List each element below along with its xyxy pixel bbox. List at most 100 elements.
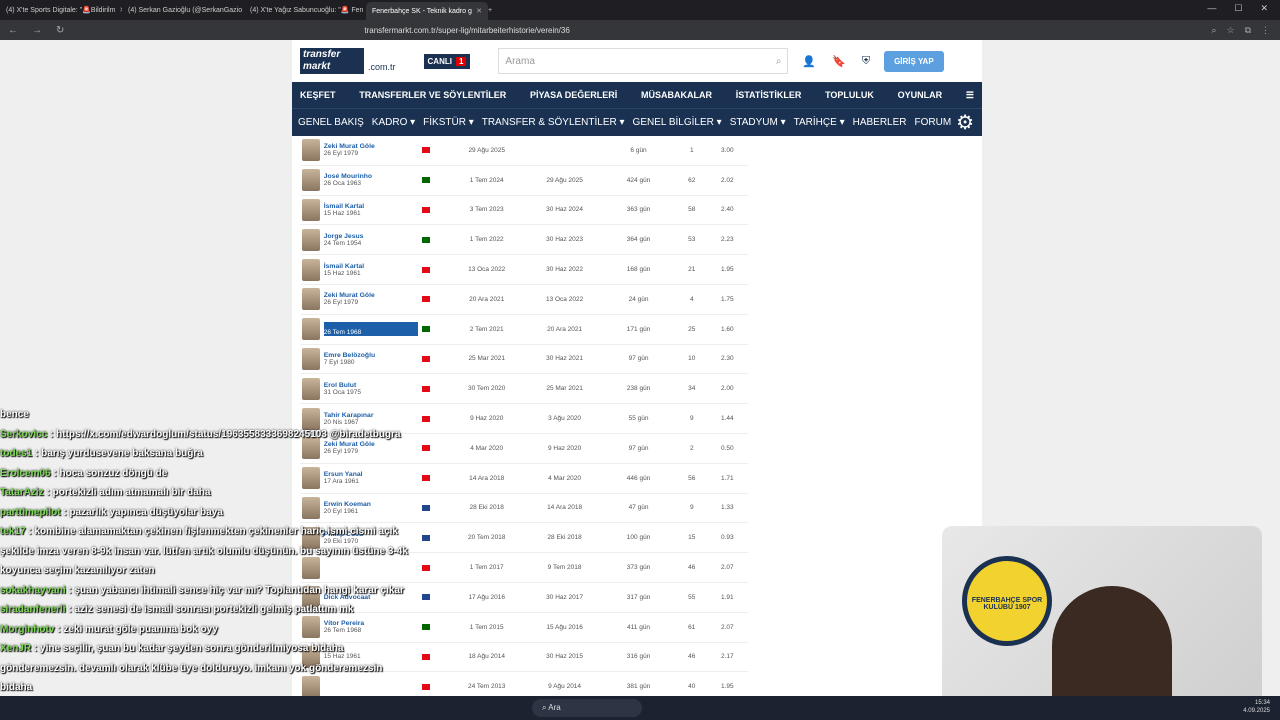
taskbar-clock[interactable]: 15:34 4.09.2025 (1243, 699, 1270, 715)
taskbar-search[interactable]: ⌕ Ara (532, 699, 642, 717)
nationality-flag (422, 653, 431, 660)
main-menu-item[interactable]: KEŞFET (300, 90, 336, 100)
user-search-icon[interactable]: 👤 (802, 55, 816, 68)
nationality-flag (422, 385, 431, 392)
main-menu-item[interactable]: MÜSABAKALAR (641, 90, 712, 100)
minimize-icon: — (1207, 3, 1217, 13)
days-in-charge: 6 gün (630, 146, 647, 154)
days-in-charge: 97 gün (628, 355, 649, 363)
appointed-date: 18 Ağu 2014 (468, 653, 505, 661)
url-field[interactable]: transfermarkt.com.tr/super-lig/mitarbeit… (364, 26, 569, 35)
points-per-match: 2.07 (720, 623, 734, 631)
browser-tab[interactable]: (4) X'te Sports Digitale: "🚨Bildirilm✕ (0, 1, 122, 19)
table-row: Zeki Murat Göle 26 Eyl 1979 29 Ağu 2025 6 g… (300, 136, 748, 166)
submenu-item[interactable]: STADYUM ▾ (730, 117, 786, 128)
reload-icon[interactable]: ↻ (56, 25, 64, 36)
nationality-flag (422, 206, 431, 213)
chat-username: parttimepilot (0, 506, 61, 518)
gear-icon[interactable]: ⚙ (956, 110, 974, 135)
back-icon[interactable]: ← (8, 25, 18, 36)
nationality-flag (422, 177, 431, 184)
coach-birthdate: 31 Oca 1975 (323, 388, 361, 396)
coach-name[interactable]: İsmail Kartal (324, 263, 419, 270)
chat-text: : hoca sonzuz döngü de (50, 467, 168, 479)
coach-name[interactable]: Erol Bulut (324, 382, 419, 389)
coach-name[interactable]: Vítor Pereira (323, 322, 419, 330)
menu-icon[interactable]: ⋮ (1261, 25, 1270, 36)
points-per-match: 2.23 (720, 236, 734, 244)
matches: 34 (688, 385, 696, 393)
star-icon[interactable]: ☆ (1226, 25, 1234, 36)
forward-icon[interactable]: → (32, 25, 42, 36)
main-menu-item[interactable]: OYUNLAR (898, 90, 943, 100)
hamburger-icon[interactable]: ☰ (966, 90, 974, 101)
site-logo[interactable]: transfer markt (300, 48, 364, 74)
end-date: 29 Ağu 2025 (546, 176, 583, 184)
days-in-charge: 55 gün (628, 415, 649, 423)
submenu-item[interactable]: FORUM (915, 117, 952, 128)
nationality-flag (422, 445, 431, 452)
points-per-match: 2.00 (720, 385, 734, 393)
browser-tab[interactable]: (4) Serkan Gazioğlu (@SerkanGazio✕ (122, 1, 244, 19)
end-date: 30 Haz 2022 (546, 266, 584, 274)
new-tab-icon[interactable]: + (488, 7, 492, 14)
nationality-flag (422, 326, 431, 333)
extensions-icon[interactable]: ⧉ (1245, 25, 1251, 36)
main-menu-item[interactable]: TOPLULUK (825, 90, 874, 100)
submenu-item[interactable]: KADRO ▾ (372, 117, 415, 128)
nationality-flag (422, 683, 431, 690)
coach-name[interactable]: Zeki Murat Göle (324, 143, 419, 150)
end-date: 30 Haz 2023 (546, 236, 584, 244)
bookmark-icon[interactable]: 🔖 (832, 55, 846, 68)
submenu-item[interactable]: GENEL BAKIŞ (298, 117, 364, 128)
submenu-item[interactable]: TRANSFER & SÖYLENTİLER ▾ (482, 117, 625, 128)
matches: 15 (688, 534, 696, 542)
appointed-date: 20 Ara 2021 (469, 295, 505, 303)
coach-name[interactable]: Jorge Jesus (324, 233, 419, 240)
points-per-match: 2.40 (720, 206, 734, 214)
points-per-match: 0.50 (720, 444, 734, 452)
appointed-date: 4 Mar 2020 (470, 444, 504, 452)
matches: 9 (689, 415, 694, 423)
days-in-charge: 411 gün (627, 623, 651, 631)
main-menu-item[interactable]: İSTATİSTİKLER (736, 90, 802, 100)
end-date: 9 Haz 2020 (547, 444, 582, 452)
live-button[interactable]: CANLI 1 (423, 53, 471, 69)
days-in-charge: 316 gün (626, 653, 651, 661)
submenu-item[interactable]: TARİHÇE ▾ (794, 117, 845, 128)
search-icon[interactable]: ⌕ (776, 56, 782, 67)
days-in-charge: 24 gün (628, 295, 649, 303)
matches: 40 (688, 683, 696, 691)
chat-message: tek17 : kombine alamamaktan çekinen fişl… (0, 522, 410, 581)
zoom-icon[interactable]: ⌕ (1211, 25, 1216, 36)
submenu-item[interactable]: FİKSTÜR ▾ (423, 117, 474, 128)
main-menu-item[interactable]: PİYASA DEĞERLERİ (530, 90, 617, 100)
fenerbahce-emblem: FENERBAHÇE SPOR KULÜBÜ 1907 (962, 556, 1052, 646)
close-tab-icon[interactable]: ✕ (476, 7, 482, 15)
browser-tab[interactable]: Fenerbahçe SK - Teknik kadro g ✕ (366, 2, 488, 20)
submenu-item[interactable]: HABERLER (853, 117, 907, 128)
main-menu-item[interactable]: TRANSFERLER VE SÖYLENTİLER (359, 90, 506, 100)
window-controls[interactable]: — ☐ ✕ (1195, 0, 1280, 17)
chat-message: XenJR : yine seçilir, şuan bu kadar şeyd… (0, 639, 410, 698)
table-row: İsmail Kartal 15 Haz 1961 13 Oca 2022 30 Ha… (300, 255, 748, 285)
submenu-item[interactable]: GENEL BİLGİLER ▾ (633, 117, 722, 128)
matches: 2 (689, 444, 694, 452)
shield-icon[interactable]: ⛨ (862, 55, 870, 68)
coach-name[interactable]: José Mourinho (324, 173, 419, 180)
days-in-charge: 47 gün (628, 504, 649, 512)
site-domain[interactable]: .com.tr (368, 62, 396, 72)
browser-tab[interactable]: (4) X'te Yağız Sabuncuoğlu: "🚨 Fen✕ (244, 1, 366, 19)
appointed-date: 29 Ağu 2025 (468, 146, 505, 154)
search-input[interactable]: Arama ⌕ (498, 48, 789, 74)
coach-birthdate: 26 Oca 1963 (323, 180, 361, 188)
coach-photo (302, 258, 320, 281)
points-per-match: 1.75 (720, 295, 734, 303)
coach-name[interactable]: İsmail Kartal (324, 203, 419, 210)
end-date: 28 Eki 2018 (547, 534, 582, 542)
coach-name[interactable]: Zeki Murat Göle (324, 292, 419, 299)
chat-text: : portekizli adım atmamalı bir daha (43, 487, 211, 498)
login-button[interactable]: GİRİŞ YAP (884, 50, 944, 72)
club-submenu: GENEL BAKIŞ KADRO ▾ FİKSTÜR ▾ TRANSFER & SÖ… (292, 108, 982, 136)
coach-name[interactable]: Emre Belözoğlu (324, 352, 419, 359)
